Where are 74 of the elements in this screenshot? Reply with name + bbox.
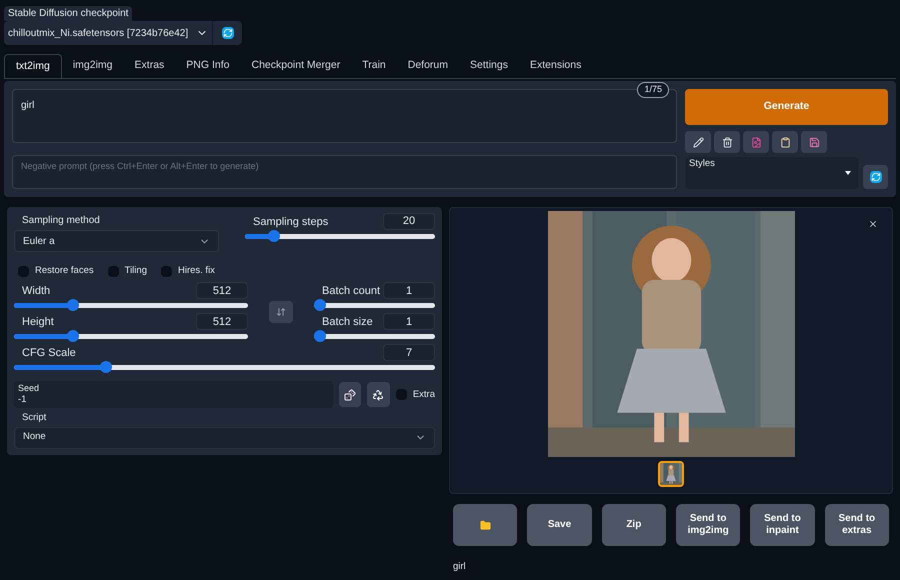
save-icon [808,136,820,148]
caret-icon [845,171,851,176]
tab[interactable]: Settings [459,54,519,78]
number-field[interactable]: 20 [383,213,435,230]
number-field[interactable]: 7 [383,344,435,362]
action-button[interactable]: Save [527,504,592,546]
thumbnail[interactable] [658,461,684,487]
token-counter: 1/75 [637,82,669,98]
random-seed-button[interactable] [338,382,361,408]
styles-dropdown[interactable]: Styles [685,157,859,189]
negative-prompt-field[interactable]: Negative prompt (press Ctrl+Enter or Alt+Enter to generate) [12,155,677,189]
slider[interactable] [314,330,435,342]
generate-button[interactable]: Generate [685,89,888,125]
action-button[interactable]: Send to inpaint [750,504,815,546]
slider-label: Batch size [321,314,373,330]
tool-button[interactable] [714,131,740,153]
checkbox-label: Hires. fix [178,264,215,278]
slider[interactable] [14,330,248,342]
tab[interactable]: PNG Info [175,54,240,78]
caption: girl [452,560,467,574]
tab[interactable]: Extras [124,54,176,78]
checkpoint-label: Stable Diffusion checkpoint [4,6,132,21]
slider[interactable] [14,361,435,374]
tab[interactable]: Extensions [518,54,592,78]
trash-icon [722,136,732,148]
number-field[interactable]: 512 [196,282,248,300]
number-field[interactable]: 1 [383,313,435,330]
pencil-icon [692,136,704,148]
refresh-icon [870,171,882,183]
reuse-seed-button[interactable] [366,382,390,408]
swap-icon [276,307,286,318]
dice-icon [344,388,356,401]
image-icon [750,136,762,148]
slider-label: Batch count [321,284,380,299]
checkbox[interactable] [396,389,407,400]
slider[interactable] [314,299,435,312]
checkbox[interactable] [160,266,172,277]
slider-label: Sampling steps [252,214,328,230]
slider[interactable] [245,230,435,242]
tab[interactable]: Train [351,54,397,78]
checkbox-label: Extra [412,388,435,402]
script-label: Script [21,411,48,426]
tab[interactable]: Checkpoint Merger [240,54,352,78]
script-dropdown[interactable]: None [14,426,435,448]
tool-button[interactable] [801,131,827,153]
checkbox[interactable] [18,266,29,277]
tab[interactable]: img2img [62,54,124,78]
tool-button[interactable] [685,131,711,153]
recycle-icon [372,388,384,401]
sampling-method-dropdown[interactable]: Euler a [14,230,219,252]
action-button[interactable]: Send to extras [824,504,889,546]
number-field[interactable]: 512 [196,313,248,330]
refresh-icon [222,27,234,39]
number-field[interactable]: 1 [383,282,435,300]
action-button[interactable]: Send to img2img [676,504,740,546]
checkbox-label: Tiling [124,264,147,278]
swap-button[interactable] [269,301,293,324]
folder-icon [480,520,491,530]
slider-label: Height [21,314,54,330]
tab[interactable]: Deforum [396,54,460,78]
slider-label: Width [21,284,50,299]
slider-label: CFG Scale [21,346,76,361]
tool-button[interactable] [772,131,798,153]
open-folder-button[interactable] [453,504,518,546]
sampling-method-label: Sampling method [21,214,101,228]
slider[interactable] [14,299,248,312]
close-icon[interactable] [868,219,878,229]
tab[interactable]: txt2img [4,54,62,78]
checkbox-label: Restore faces [35,264,94,278]
seed-field[interactable]: Seed -1 [14,381,333,408]
action-button[interactable]: Zip [602,504,666,546]
checkbox[interactable] [108,266,119,277]
refresh-button[interactable] [863,165,888,189]
clipboard-icon [780,136,790,148]
